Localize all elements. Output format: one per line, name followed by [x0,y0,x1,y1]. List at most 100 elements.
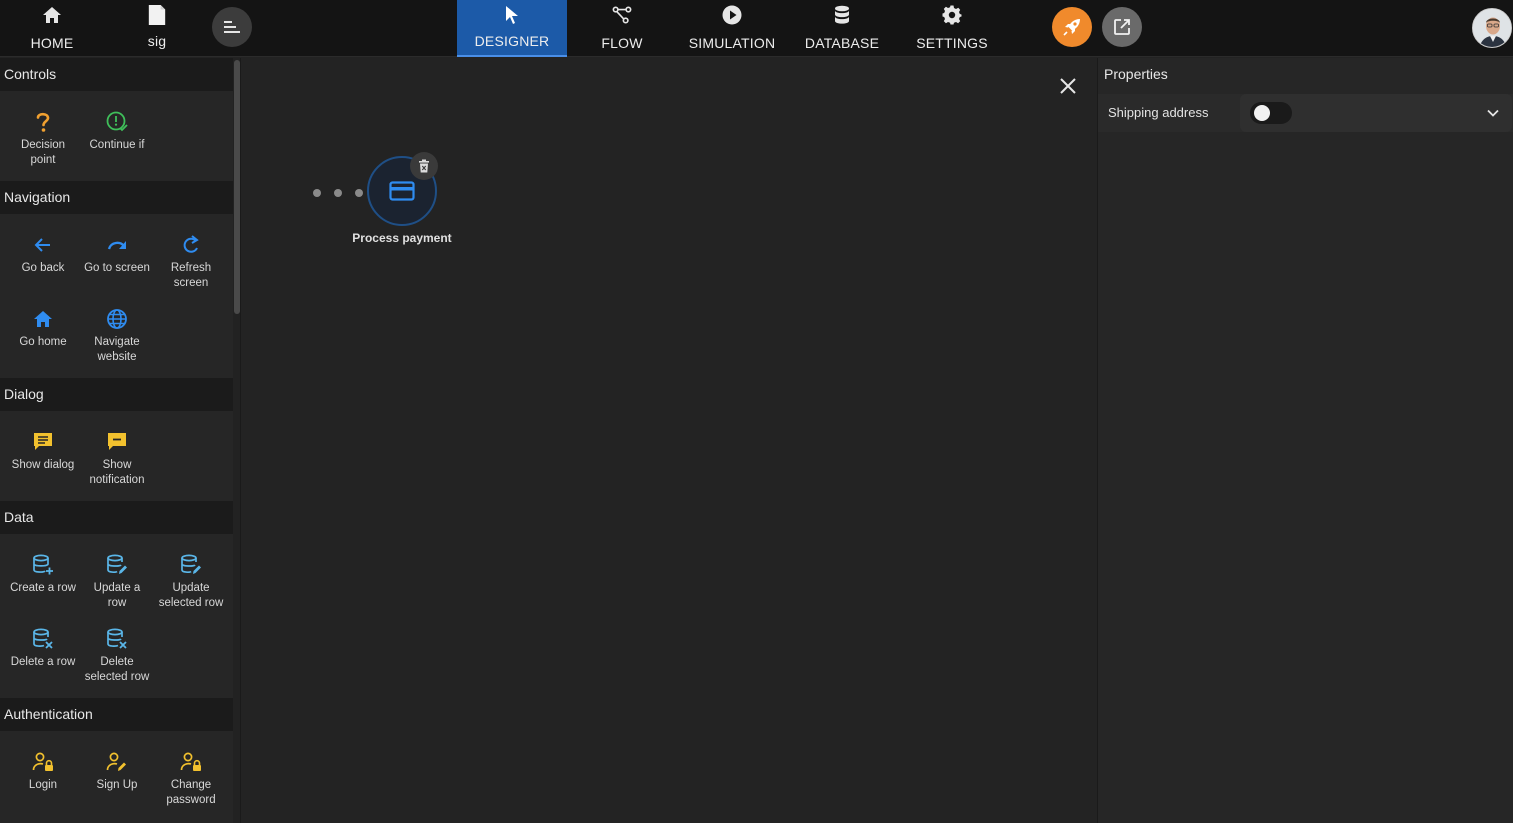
chevron-down-icon [1487,109,1499,117]
file-icon [147,3,167,27]
tool-navigate-website[interactable]: Navigate website [80,307,154,365]
rocket-icon [1063,19,1080,36]
home-icon [42,5,62,25]
expand-button[interactable] [1484,104,1502,122]
tab-simulation[interactable]: SIMULATION [677,0,787,57]
open-external-button[interactable] [1102,7,1142,47]
close-button[interactable] [1056,74,1080,98]
user-lock-icon [31,750,55,774]
tool-go-back[interactable]: Go back [6,233,80,276]
menu-icon [224,21,240,33]
tool-label: Refresh screen [170,262,212,289]
tab-settings-label: SETTINGS [916,35,988,51]
flow-node-label: Process payment [352,231,452,245]
toolbox-scrollbar-thumb[interactable] [234,60,240,314]
cursor-icon [502,5,522,25]
connector-dot [334,189,342,197]
tool-label: Show notification [89,459,145,486]
db-delete-icon [105,627,129,651]
tool-label: Delete a row [10,656,76,668]
connector-dot [313,189,321,197]
toggle-knob [1254,105,1270,121]
tool-continue-if[interactable]: Continue if [80,110,154,153]
redo-icon [105,233,129,257]
properties-title: Properties [1104,66,1168,82]
tool-label: Update selected row [158,582,224,609]
toolbox-panel: Controls Decision point Continue if Navi… [0,58,241,823]
db-add-icon [31,553,55,577]
tool-delete-selected-row[interactable]: Delete selected row [80,627,154,685]
db-edit-icon [179,553,203,577]
tool-sign-up[interactable]: Sign Up [80,750,154,793]
tool-update-selected-row[interactable]: Update selected row [154,553,228,611]
flow-icon [612,5,632,25]
trash-icon [419,159,429,173]
publish-button[interactable] [1052,7,1092,47]
tool-login[interactable]: Login [6,750,80,793]
property-row-shipping-address: Shipping address [1098,94,1513,132]
section-navigation: Navigation [0,181,233,214]
user-lock-icon [179,750,203,774]
section-data: Data [0,501,233,534]
tool-label: Update a row [93,582,141,609]
tab-database[interactable]: DATABASE [787,0,897,57]
tab-flow[interactable]: FLOW [567,0,677,57]
section-authentication: Authentication [0,698,233,731]
tool-label: Go back [21,262,65,274]
tool-refresh-screen[interactable]: Refresh screen [154,233,228,291]
property-label: Shipping address [1108,105,1209,120]
tool-update-row[interactable]: Update a row [80,553,154,611]
tool-go-to-screen[interactable]: Go to screen [80,233,154,276]
top-bar: HOME sig DESIGNER FLOW SIMULATION DATABA… [0,0,1513,57]
home-icon [31,307,55,331]
file-button[interactable]: sig [102,0,212,57]
user-edit-icon [105,750,129,774]
tab-simulation-label: SIMULATION [688,35,776,51]
tool-show-notification[interactable]: Show notification [80,430,154,488]
tool-label: Go home [19,336,67,348]
tool-label: Create a row [10,582,76,594]
tool-label: Change password [166,779,216,806]
tool-create-row[interactable]: Create a row [6,553,80,596]
message-icon [31,430,55,454]
refresh-icon [179,233,203,257]
shipping-address-toggle[interactable] [1250,102,1292,124]
tool-label: Decision point [20,139,66,166]
notification-icon [105,430,129,454]
play-icon [722,5,742,25]
question-icon [31,110,55,134]
db-delete-icon [31,627,55,651]
tool-label: Show dialog [11,459,75,471]
tool-decision-point[interactable]: Decision point [6,110,80,168]
properties-panel: Properties Shipping address [1097,58,1513,823]
tab-database-label: DATABASE [804,35,880,51]
arrow-left-icon [31,233,55,257]
tool-delete-row[interactable]: Delete a row [6,627,80,670]
tool-label: Delete selected row [84,656,150,683]
file-name: sig [147,33,167,49]
tool-change-password[interactable]: Change password [154,750,228,808]
home-button[interactable]: HOME [0,0,107,57]
tab-designer[interactable]: DESIGNER [457,0,567,57]
tab-settings[interactable]: SETTINGS [897,0,1007,57]
close-icon [1060,78,1076,94]
designer-canvas[interactable]: Process payment [242,58,1097,823]
node-delete-button[interactable] [410,152,438,180]
check-circle-icon [105,110,129,134]
section-controls: Controls [0,58,233,91]
database-icon [832,5,852,25]
globe-icon [105,307,129,331]
connector-dot [355,189,363,197]
tool-label: Navigate website [94,336,140,363]
tool-show-dialog[interactable]: Show dialog [6,430,80,473]
tab-designer-label: DESIGNER [474,33,550,49]
home-label: HOME [30,35,74,51]
db-edit-icon [105,553,129,577]
external-link-icon [1114,19,1130,35]
property-field [1240,94,1512,132]
credit-card-icon [389,181,415,201]
user-avatar[interactable] [1472,8,1512,48]
tool-go-home[interactable]: Go home [6,307,80,350]
menu-toggle-button[interactable] [212,7,252,47]
section-dialog: Dialog [0,378,233,411]
